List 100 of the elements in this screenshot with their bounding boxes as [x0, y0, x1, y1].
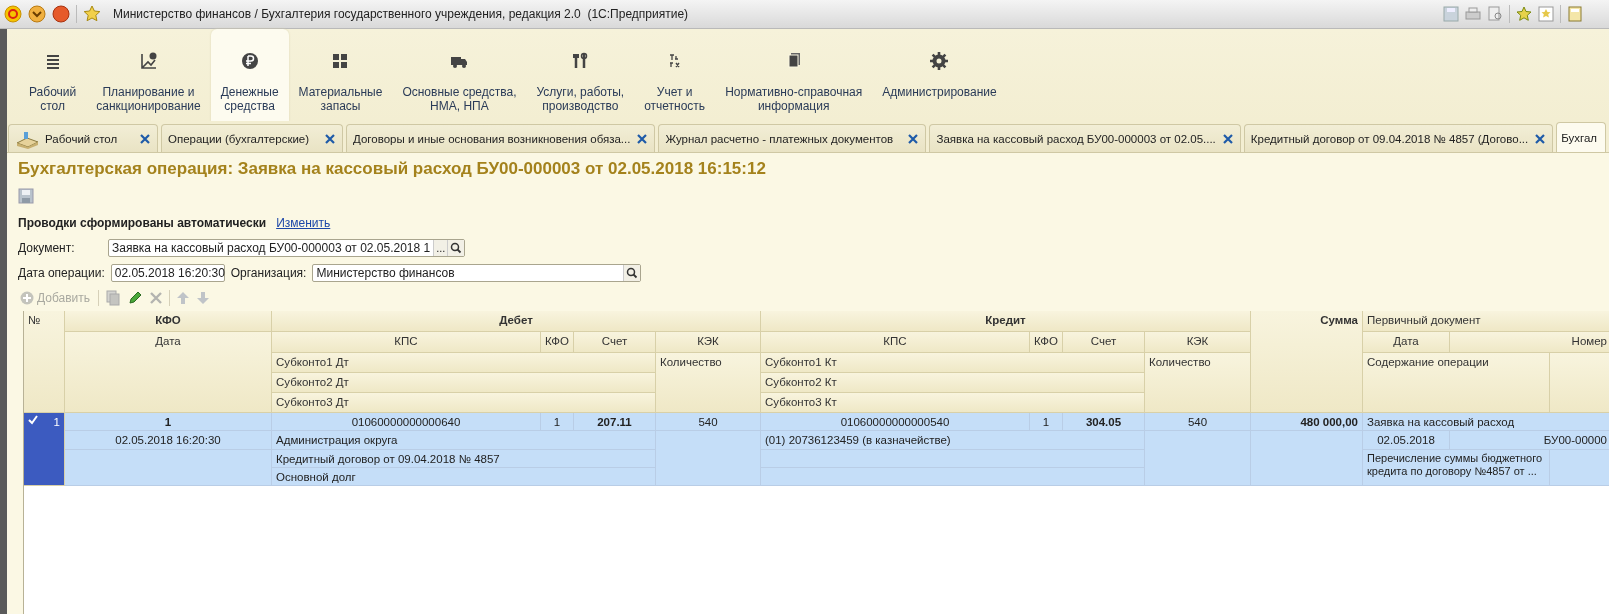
table-cell: 540	[656, 413, 761, 431]
search-button[interactable]	[623, 264, 641, 281]
column-header: Субконто3 Дт	[272, 393, 656, 413]
close-icon[interactable]	[324, 132, 336, 145]
section-item[interactable]: Планирование и санкционирование	[86, 29, 211, 121]
column-header: Кредит	[761, 311, 1251, 332]
section-item[interactable]: Рабочий стол	[19, 29, 87, 121]
column-header: Первичный документ	[1363, 311, 1609, 332]
section-item[interactable]: Администрирование	[872, 29, 1007, 121]
column-header: Субконто2 Кт	[761, 373, 1145, 393]
section-label: Рабочий стол	[29, 85, 77, 113]
ruble-icon	[239, 51, 260, 71]
section-item[interactable]: Основные средства, НМА, НПА	[392, 29, 527, 121]
column-header: Субконто1 Кт	[761, 353, 1145, 373]
table-cell: 02.05.2018 16:20:30	[65, 431, 272, 450]
close-icon[interactable]	[1221, 132, 1234, 145]
table-cell: Основной долг	[272, 468, 656, 486]
section-item[interactable]: Нормативно-справочная информация	[715, 29, 873, 121]
close-icon[interactable]	[1534, 132, 1547, 145]
column-header: Количество	[1145, 353, 1251, 413]
tab[interactable]: Кредитный договор от 09.04.2018 № 4857 (Догово...	[1243, 124, 1554, 152]
column-header: №	[24, 311, 65, 413]
table-cell: 1	[65, 413, 272, 431]
table-cell: 480 000,00	[1251, 413, 1363, 431]
document-field[interactable]: Заявка на кассовый расход БУ00-000003 от 02.05.2018 1 ...	[108, 238, 466, 257]
search-icon	[626, 266, 639, 279]
calculator-icon[interactable]	[1567, 6, 1583, 22]
column-header: КЭК	[656, 332, 761, 353]
settings-icon	[929, 51, 950, 71]
table-cell: 01060000000000540	[761, 413, 1030, 431]
search-button[interactable]	[447, 239, 465, 256]
dropdown-icon[interactable]	[28, 5, 46, 23]
table-cell: Перечисление суммы бюджетного кредита по договору №4857 от ...	[1363, 450, 1550, 486]
table-cell: Администрация округа	[272, 431, 656, 450]
tab[interactable]: Журнал расчетно - платежных документов	[658, 124, 927, 152]
field-label: Организация:	[230, 265, 307, 280]
organization-field[interactable]: Министерство финансов	[312, 263, 642, 282]
field-label: Дата операции:	[18, 265, 105, 280]
section-label: Нормативно-справочная информация	[725, 85, 863, 113]
close-icon[interactable]	[636, 132, 649, 145]
section-label: Денежные средства	[220, 85, 279, 113]
column-header: Счет	[574, 332, 656, 353]
table-cell: 02.05.2018	[1363, 431, 1450, 450]
window-title: Министерство финансов / Бухгалтерия государственного учреждения, редакция 2.0 (1С:Предприятие)	[113, 7, 689, 21]
tab[interactable]: Рабочий стол	[8, 124, 158, 152]
star-icon[interactable]	[83, 5, 101, 23]
section-item[interactable]: Учет и отчетность	[634, 29, 716, 121]
column-header: Содержание операции	[1363, 353, 1550, 413]
section-label: Услуги, работы, производство	[536, 85, 625, 113]
column-header: КФО	[65, 311, 272, 332]
close-icon[interactable]	[139, 132, 151, 145]
column-header: КФО	[1030, 332, 1063, 353]
table-cell: 1	[1030, 413, 1063, 431]
table-cell: 207.11	[574, 413, 656, 431]
pencil-icon[interactable]	[127, 290, 144, 306]
column-header: Счет	[1063, 332, 1145, 353]
column-header: Субконто1 Дт	[272, 353, 656, 373]
posting-status-text: Проводки сформированы автоматически	[18, 216, 267, 230]
tab[interactable]: Договоры и иные основания возникновения обяза...	[346, 124, 656, 152]
column-header: Субконто2 Дт	[272, 373, 656, 393]
section-label: Учет и отчетность	[644, 85, 706, 113]
table-cell: 1	[541, 413, 574, 431]
section-item[interactable]: Материальные запасы	[288, 29, 393, 121]
column-header: КЭК	[1145, 332, 1251, 353]
date-field[interactable]: 02.05.2018 16:20:30	[110, 263, 225, 282]
chart-icon	[138, 51, 159, 71]
choose-button[interactable]: ...	[433, 239, 448, 256]
table-cell: БУ00-00000	[1450, 431, 1609, 450]
row-number: 1	[53, 415, 60, 429]
close-icon[interactable]	[907, 132, 920, 145]
column-header: Дата	[65, 332, 272, 413]
table-cell: (01) 20736123459 (в казначействе)	[761, 431, 1145, 450]
close-icon[interactable]	[52, 5, 70, 23]
row-number-cell[interactable]: 1	[24, 413, 65, 486]
tab[interactable]: Заявка на кассовый расход БУ00-000003 от 02.05....	[929, 124, 1241, 152]
tab[interactable]: Бухгал	[1556, 122, 1607, 152]
tab[interactable]: Операции (бухгалтерские)	[161, 124, 343, 152]
favorite-add-icon[interactable]	[1516, 6, 1532, 22]
section-item[interactable]: Услуги, работы, производство	[526, 29, 635, 121]
column-header: Дата	[1363, 332, 1450, 353]
column-header: Количество	[656, 353, 761, 413]
save-icon[interactable]	[18, 188, 34, 204]
column-header: КПС	[272, 332, 541, 353]
search-icon	[450, 241, 463, 254]
preview-icon[interactable]	[1487, 6, 1503, 22]
table-cell: 540	[1145, 413, 1251, 431]
table-cell: Заявка на кассовый расход	[1363, 413, 1609, 431]
form-title: Бухгалтерская операция: Заявка на кассовый расход БУ00-000003 от 02.05.2018 16:15:12	[18, 158, 767, 180]
column-header: Номер	[1450, 332, 1609, 353]
column-header: КФО	[541, 332, 574, 353]
column-header: КПС	[761, 332, 1030, 353]
section-item[interactable]: Денежные средства	[210, 29, 289, 121]
section-label: Администрирование	[882, 85, 997, 99]
section-label: Материальные запасы	[298, 85, 383, 113]
change-link[interactable]: Изменить	[276, 216, 331, 230]
column-header: Сумма	[1251, 311, 1363, 413]
table-cell: 304.05	[1063, 413, 1145, 431]
logo-icon[interactable]	[4, 5, 22, 23]
table-cell: Кредитный договор от 09.04.2018 № 4857	[272, 450, 656, 468]
plus-icon	[20, 291, 34, 305]
